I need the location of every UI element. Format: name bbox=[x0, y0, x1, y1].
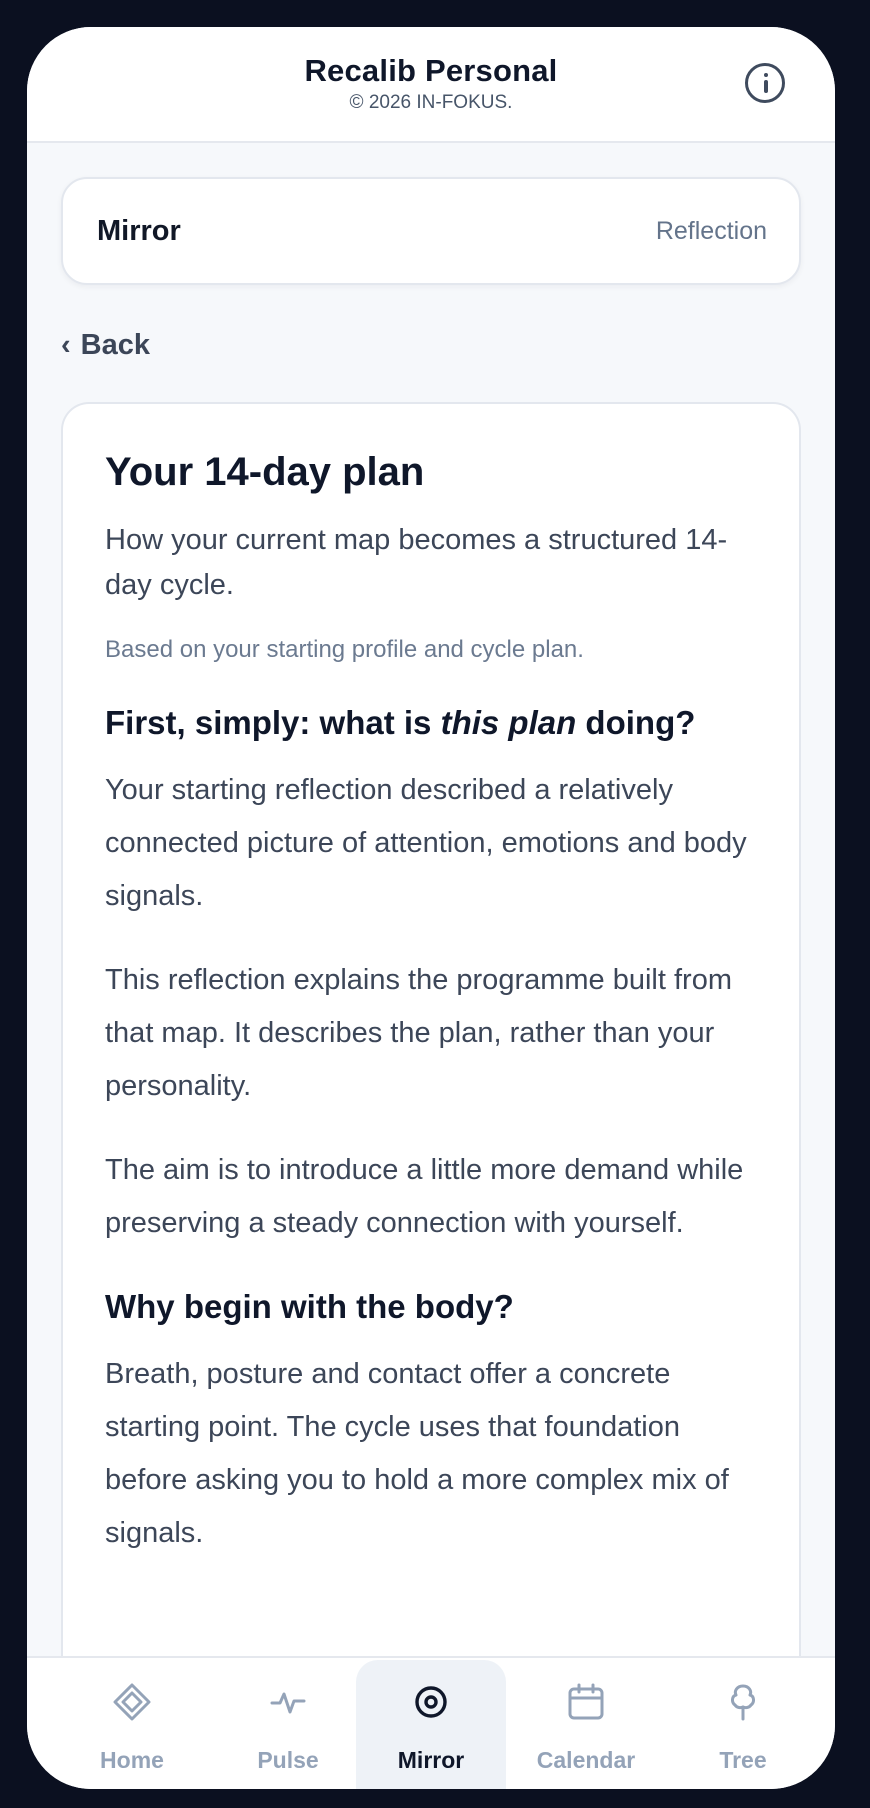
tab-home[interactable]: Home bbox=[57, 1660, 207, 1789]
section-heading-what: First, simply: what is this plan doing? bbox=[105, 702, 757, 744]
app-title: Recalib Personal bbox=[304, 53, 558, 88]
section-header-card: Mirror Reflection bbox=[61, 177, 801, 285]
tab-label-pulse: Pulse bbox=[257, 1747, 319, 1773]
paragraph: This reflection explains the programme b… bbox=[105, 964, 732, 1102]
tab-pulse[interactable]: Pulse bbox=[213, 1660, 363, 1789]
paragraph: The aim is to introduce a little more de… bbox=[105, 1154, 744, 1239]
back-button[interactable]: ‹ Back bbox=[61, 329, 150, 362]
section-title: Mirror bbox=[97, 215, 181, 247]
section-tag: Reflection bbox=[655, 217, 767, 245]
tab-label-tree: Tree bbox=[719, 1747, 767, 1773]
bottom-tab-bar: Home Pulse Mirror Calendar Tree bbox=[27, 1656, 835, 1789]
tab-label-calendar: Calendar bbox=[536, 1747, 636, 1773]
target-icon bbox=[415, 1686, 447, 1718]
info-icon-bar bbox=[763, 80, 768, 93]
back-label: Back bbox=[80, 329, 150, 361]
calendar-icon bbox=[568, 1683, 604, 1720]
tab-label-home: Home bbox=[100, 1747, 164, 1773]
article-title: Your 14-day plan bbox=[105, 450, 425, 494]
paragraph: Your starting reflection described a rel… bbox=[105, 774, 747, 912]
app-screen: Recalib Personal © 2026 IN-FOKUS. Mirror… bbox=[27, 27, 835, 1789]
heading-prefix: First, simply: what is bbox=[105, 704, 441, 741]
heading-emphasis: this plan bbox=[440, 704, 577, 741]
diamond-icon bbox=[113, 1683, 151, 1721]
tab-mirror[interactable]: Mirror bbox=[356, 1660, 506, 1789]
pulse-icon bbox=[270, 1692, 306, 1714]
chevron-left-icon: ‹ bbox=[61, 329, 71, 361]
article-basis-note: Based on your starting profile and cycle… bbox=[105, 636, 584, 663]
tab-label-mirror: Mirror bbox=[397, 1747, 465, 1773]
app-header: Recalib Personal © 2026 IN-FOKUS. bbox=[27, 27, 835, 143]
info-icon-dot bbox=[763, 73, 768, 77]
article-card: Your 14-day plan How your current map be… bbox=[61, 402, 801, 1722]
tree-icon bbox=[731, 1684, 755, 1721]
tab-tree[interactable]: Tree bbox=[668, 1660, 818, 1789]
article-lead: How your current map becomes a structure… bbox=[105, 524, 728, 601]
tab-calendar[interactable]: Calendar bbox=[511, 1660, 661, 1789]
section-heading-body: Why begin with the body? bbox=[105, 1288, 514, 1325]
paragraph: Breath, posture and contact offer a conc… bbox=[105, 1358, 729, 1549]
copyright-text: © 2026 IN-FOKUS. bbox=[349, 92, 513, 113]
heading-suffix: doing? bbox=[576, 704, 696, 741]
info-icon[interactable] bbox=[745, 63, 785, 103]
